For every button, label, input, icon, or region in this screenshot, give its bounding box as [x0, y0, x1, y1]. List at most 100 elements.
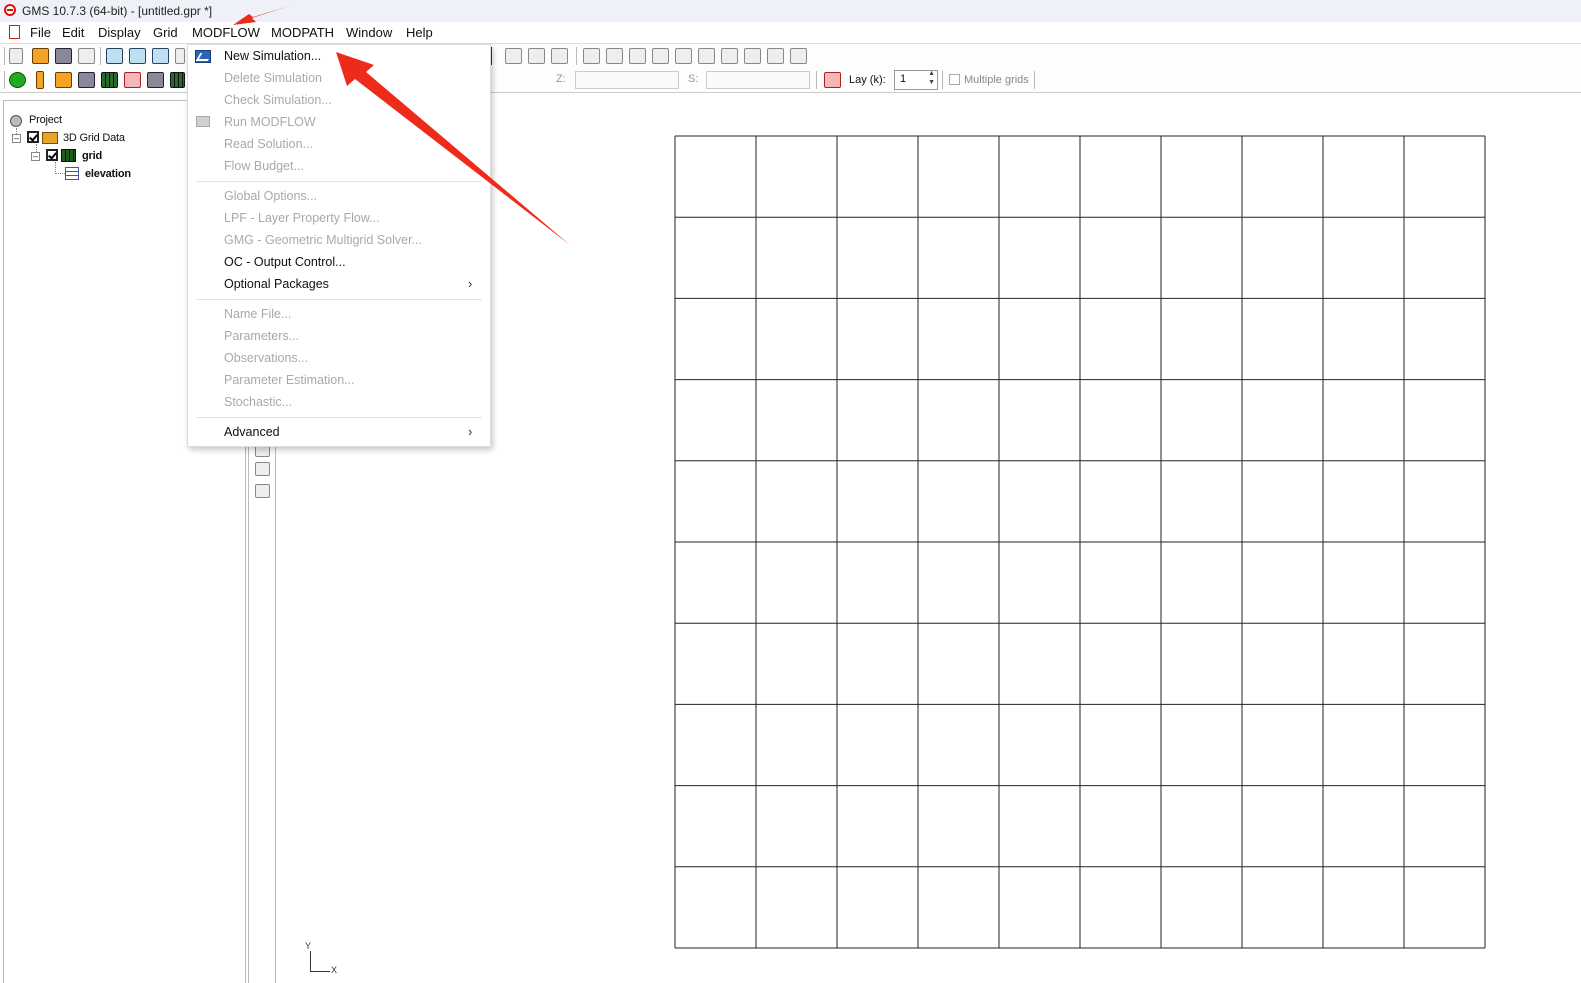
tin-module-icon[interactable]: [78, 72, 95, 88]
menu-grid[interactable]: Grid: [153, 25, 178, 40]
palette-tool-3-icon[interactable]: [255, 484, 270, 498]
menu-modflow[interactable]: MODFLOW: [192, 25, 260, 40]
menu-bar: File Edit Display Grid MODFLOW MODPATH W…: [0, 22, 1581, 42]
run-modflow-icon: [196, 116, 210, 127]
menu-window[interactable]: Window: [346, 25, 392, 40]
toolbar-separator: [942, 71, 943, 89]
new-simulation-icon: [195, 50, 213, 63]
menu-item-run-modflow[interactable]: Run MODFLOW: [224, 115, 316, 129]
menu-separator: [196, 299, 482, 300]
print-icon[interactable]: [78, 48, 95, 64]
toolbar-separator: [4, 71, 5, 89]
menu-separator: [196, 181, 482, 182]
spinner-down-icon[interactable]: ▼: [928, 79, 935, 86]
menu-item-advanced[interactable]: Advanced: [224, 425, 280, 439]
layer-spinner[interactable]: 1 ▲ ▼: [894, 70, 938, 90]
menu-item-optional-packages[interactable]: Optional Packages: [224, 277, 329, 291]
multiple-grids-label: Multiple grids: [964, 74, 1029, 86]
grid-view[interactable]: [674, 135, 1486, 949]
grid-tool-5-icon[interactable]: [675, 48, 692, 64]
tree-project[interactable]: Project: [29, 114, 62, 126]
grid-tool-1-icon[interactable]: [583, 48, 600, 64]
menu-modpath[interactable]: MODPATH: [271, 25, 334, 40]
tree-elevation[interactable]: elevation: [85, 168, 131, 180]
toolbar-separator: [100, 47, 101, 65]
solid-module-icon[interactable]: [55, 72, 72, 88]
menu-item-read-solution[interactable]: Read Solution...: [224, 137, 313, 151]
3d-grid-data-checkbox[interactable]: [27, 131, 39, 143]
mesh-module-icon[interactable]: [9, 72, 26, 88]
spinner-up-icon[interactable]: ▲: [928, 70, 935, 77]
grid-tool-10-icon[interactable]: [790, 48, 807, 64]
menu-help[interactable]: Help: [406, 25, 433, 40]
axis-y-line: [310, 951, 311, 971]
menu-file[interactable]: File: [30, 25, 51, 40]
menu-item-gmg[interactable]: GMG - Geometric Multigrid Solver...: [224, 233, 422, 247]
menu-item-delete-simulation[interactable]: Delete Simulation: [224, 71, 322, 85]
map-module-icon[interactable]: [147, 72, 164, 88]
title-bar: GMS 10.7.3 (64-bit) - [untitled.gpr *]: [0, 0, 1581, 22]
tree-grid[interactable]: grid: [82, 150, 102, 162]
menu-edit[interactable]: Edit: [62, 25, 84, 40]
save-icon[interactable]: [55, 48, 72, 64]
window-title: GMS 10.7.3 (64-bit) - [untitled.gpr *]: [22, 4, 213, 18]
grid-module-icon[interactable]: [101, 72, 118, 88]
grid-icon: [61, 149, 76, 162]
multiple-grids-checkbox[interactable]: [949, 74, 960, 85]
z-label: Z:: [556, 73, 566, 85]
select-cells-icon[interactable]: [505, 48, 522, 64]
borehole-module-icon[interactable]: [36, 71, 44, 89]
select-rows-icon[interactable]: [528, 48, 545, 64]
palette-tool-2-icon[interactable]: [255, 462, 270, 476]
view-front-icon[interactable]: [106, 48, 123, 64]
grid-tool-9-icon[interactable]: [767, 48, 784, 64]
menu-item-parameter-estimation[interactable]: Parameter Estimation...: [224, 373, 355, 387]
open-folder-icon[interactable]: [32, 48, 49, 64]
grid-tool-4-icon[interactable]: [652, 48, 669, 64]
modflow-dropdown-menu: New Simulation... Delete Simulation Chec…: [187, 44, 491, 447]
menu-item-oc[interactable]: OC - Output Control...: [224, 255, 346, 269]
menu-item-flow-budget[interactable]: Flow Budget...: [224, 159, 304, 173]
menu-item-parameters[interactable]: Parameters...: [224, 329, 299, 343]
tree-3d-grid-data[interactable]: 3D Grid Data: [63, 132, 125, 144]
gms-app-icon: [4, 4, 16, 16]
grid-checkbox[interactable]: [46, 149, 58, 161]
grid-tool-7-icon[interactable]: [721, 48, 738, 64]
view-oblique-icon[interactable]: [152, 48, 169, 64]
menu-item-lpf[interactable]: LPF - Layer Property Flow...: [224, 211, 380, 225]
toolbar-separator: [576, 47, 577, 65]
select-columns-icon[interactable]: [551, 48, 568, 64]
menu-display[interactable]: Display: [98, 25, 141, 40]
menu-item-check-simulation[interactable]: Check Simulation...: [224, 93, 332, 107]
grid-tool-8-icon[interactable]: [744, 48, 761, 64]
s-field[interactable]: [706, 71, 810, 89]
collapse-grid-icon[interactable]: –: [31, 152, 40, 161]
tool-palette: [248, 440, 276, 983]
s-label: S:: [688, 73, 699, 85]
menu-item-observations[interactable]: Observations...: [224, 351, 308, 365]
grid-tool-3-icon[interactable]: [629, 48, 646, 64]
z-field[interactable]: [575, 71, 679, 89]
scatter-module-icon[interactable]: [124, 72, 141, 88]
layer-value: 1: [900, 73, 907, 85]
menu-item-global-options[interactable]: Global Options...: [224, 189, 317, 203]
view-side-icon[interactable]: [129, 48, 146, 64]
tree-connector: [55, 173, 65, 174]
chevron-right-icon: ›: [468, 424, 473, 439]
collapse-3d-grid-data-icon[interactable]: –: [12, 134, 21, 143]
menu-item-new-simulation[interactable]: New Simulation...: [224, 49, 321, 63]
folder-icon: [42, 132, 58, 144]
rotate-icon[interactable]: [175, 48, 185, 64]
menu-item-stochastic[interactable]: Stochastic...: [224, 395, 292, 409]
document-icon[interactable]: [9, 25, 20, 39]
axis-triad: Y X: [303, 941, 343, 977]
grid-tool-2-icon[interactable]: [606, 48, 623, 64]
new-file-icon[interactable]: [9, 48, 23, 64]
axis-y-label: Y: [305, 941, 312, 951]
menu-item-name-file[interactable]: Name File...: [224, 307, 291, 321]
toolbar-separator: [816, 71, 817, 89]
layer-view-icon[interactable]: [824, 72, 841, 88]
chevron-right-icon: ›: [468, 276, 473, 291]
grid-tool-6-icon[interactable]: [698, 48, 715, 64]
uzone-module-icon[interactable]: [170, 72, 185, 88]
